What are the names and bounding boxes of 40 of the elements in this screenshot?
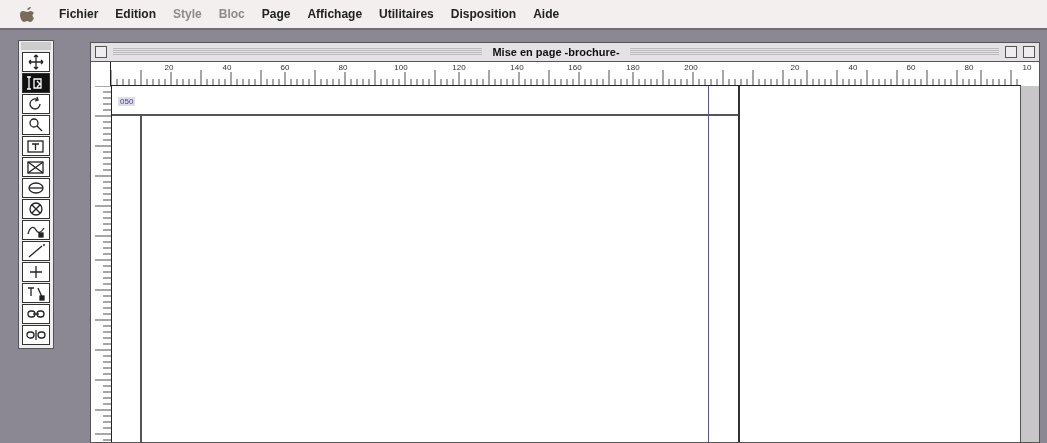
ruler-label: 160 bbox=[565, 63, 585, 72]
tool-button[interactable] bbox=[22, 178, 50, 198]
tool-button[interactable] bbox=[22, 136, 50, 156]
menu-item[interactable]: Affichage bbox=[307, 7, 363, 21]
close-box[interactable] bbox=[95, 46, 107, 58]
ruler-label: 120 bbox=[449, 63, 469, 72]
menu-item[interactable]: Edition bbox=[115, 7, 157, 21]
tool-button[interactable] bbox=[22, 199, 50, 219]
tool-button[interactable] bbox=[22, 304, 50, 324]
menu-item[interactable]: Utilitaires bbox=[379, 7, 434, 21]
menu-item[interactable]: Page bbox=[261, 7, 291, 21]
tool-button[interactable] bbox=[22, 283, 50, 303]
menu-item[interactable]: Disposition bbox=[450, 7, 517, 21]
tool-button[interactable] bbox=[22, 157, 50, 177]
menu-item[interactable]: Aide bbox=[533, 7, 560, 21]
unlink-tool-icon bbox=[25, 327, 47, 343]
apple-icon[interactable] bbox=[20, 6, 34, 22]
textbox-tool-icon bbox=[25, 138, 47, 154]
tool-button[interactable] bbox=[22, 73, 50, 93]
tool-button[interactable] bbox=[22, 241, 50, 261]
tool-button[interactable] bbox=[22, 115, 50, 135]
tool-button[interactable] bbox=[22, 325, 50, 345]
oval-tool-icon bbox=[25, 180, 47, 196]
tool-button[interactable] bbox=[22, 220, 50, 240]
textpath-tool-icon bbox=[25, 285, 47, 301]
ruler-label: 140 bbox=[507, 63, 527, 72]
ruler-label: 180 bbox=[623, 63, 643, 72]
scroll-bar[interactable] bbox=[1020, 86, 1039, 442]
ruler-label: 100 bbox=[391, 63, 411, 72]
ruler-label: 200 bbox=[681, 63, 701, 72]
picturebox-tool-icon bbox=[25, 159, 47, 175]
tool-button[interactable] bbox=[22, 52, 50, 72]
collapse-box[interactable] bbox=[1023, 46, 1035, 58]
zoom-box[interactable] bbox=[1005, 46, 1017, 58]
page-number-box: 050 bbox=[118, 97, 136, 106]
menu-item[interactable]: Fichier bbox=[59, 7, 99, 21]
window-title: Mise en page -brochure- bbox=[491, 46, 621, 58]
tool-button[interactable] bbox=[22, 94, 50, 114]
tool-button[interactable] bbox=[22, 262, 50, 282]
ruler-origin-box[interactable] bbox=[91, 62, 111, 86]
